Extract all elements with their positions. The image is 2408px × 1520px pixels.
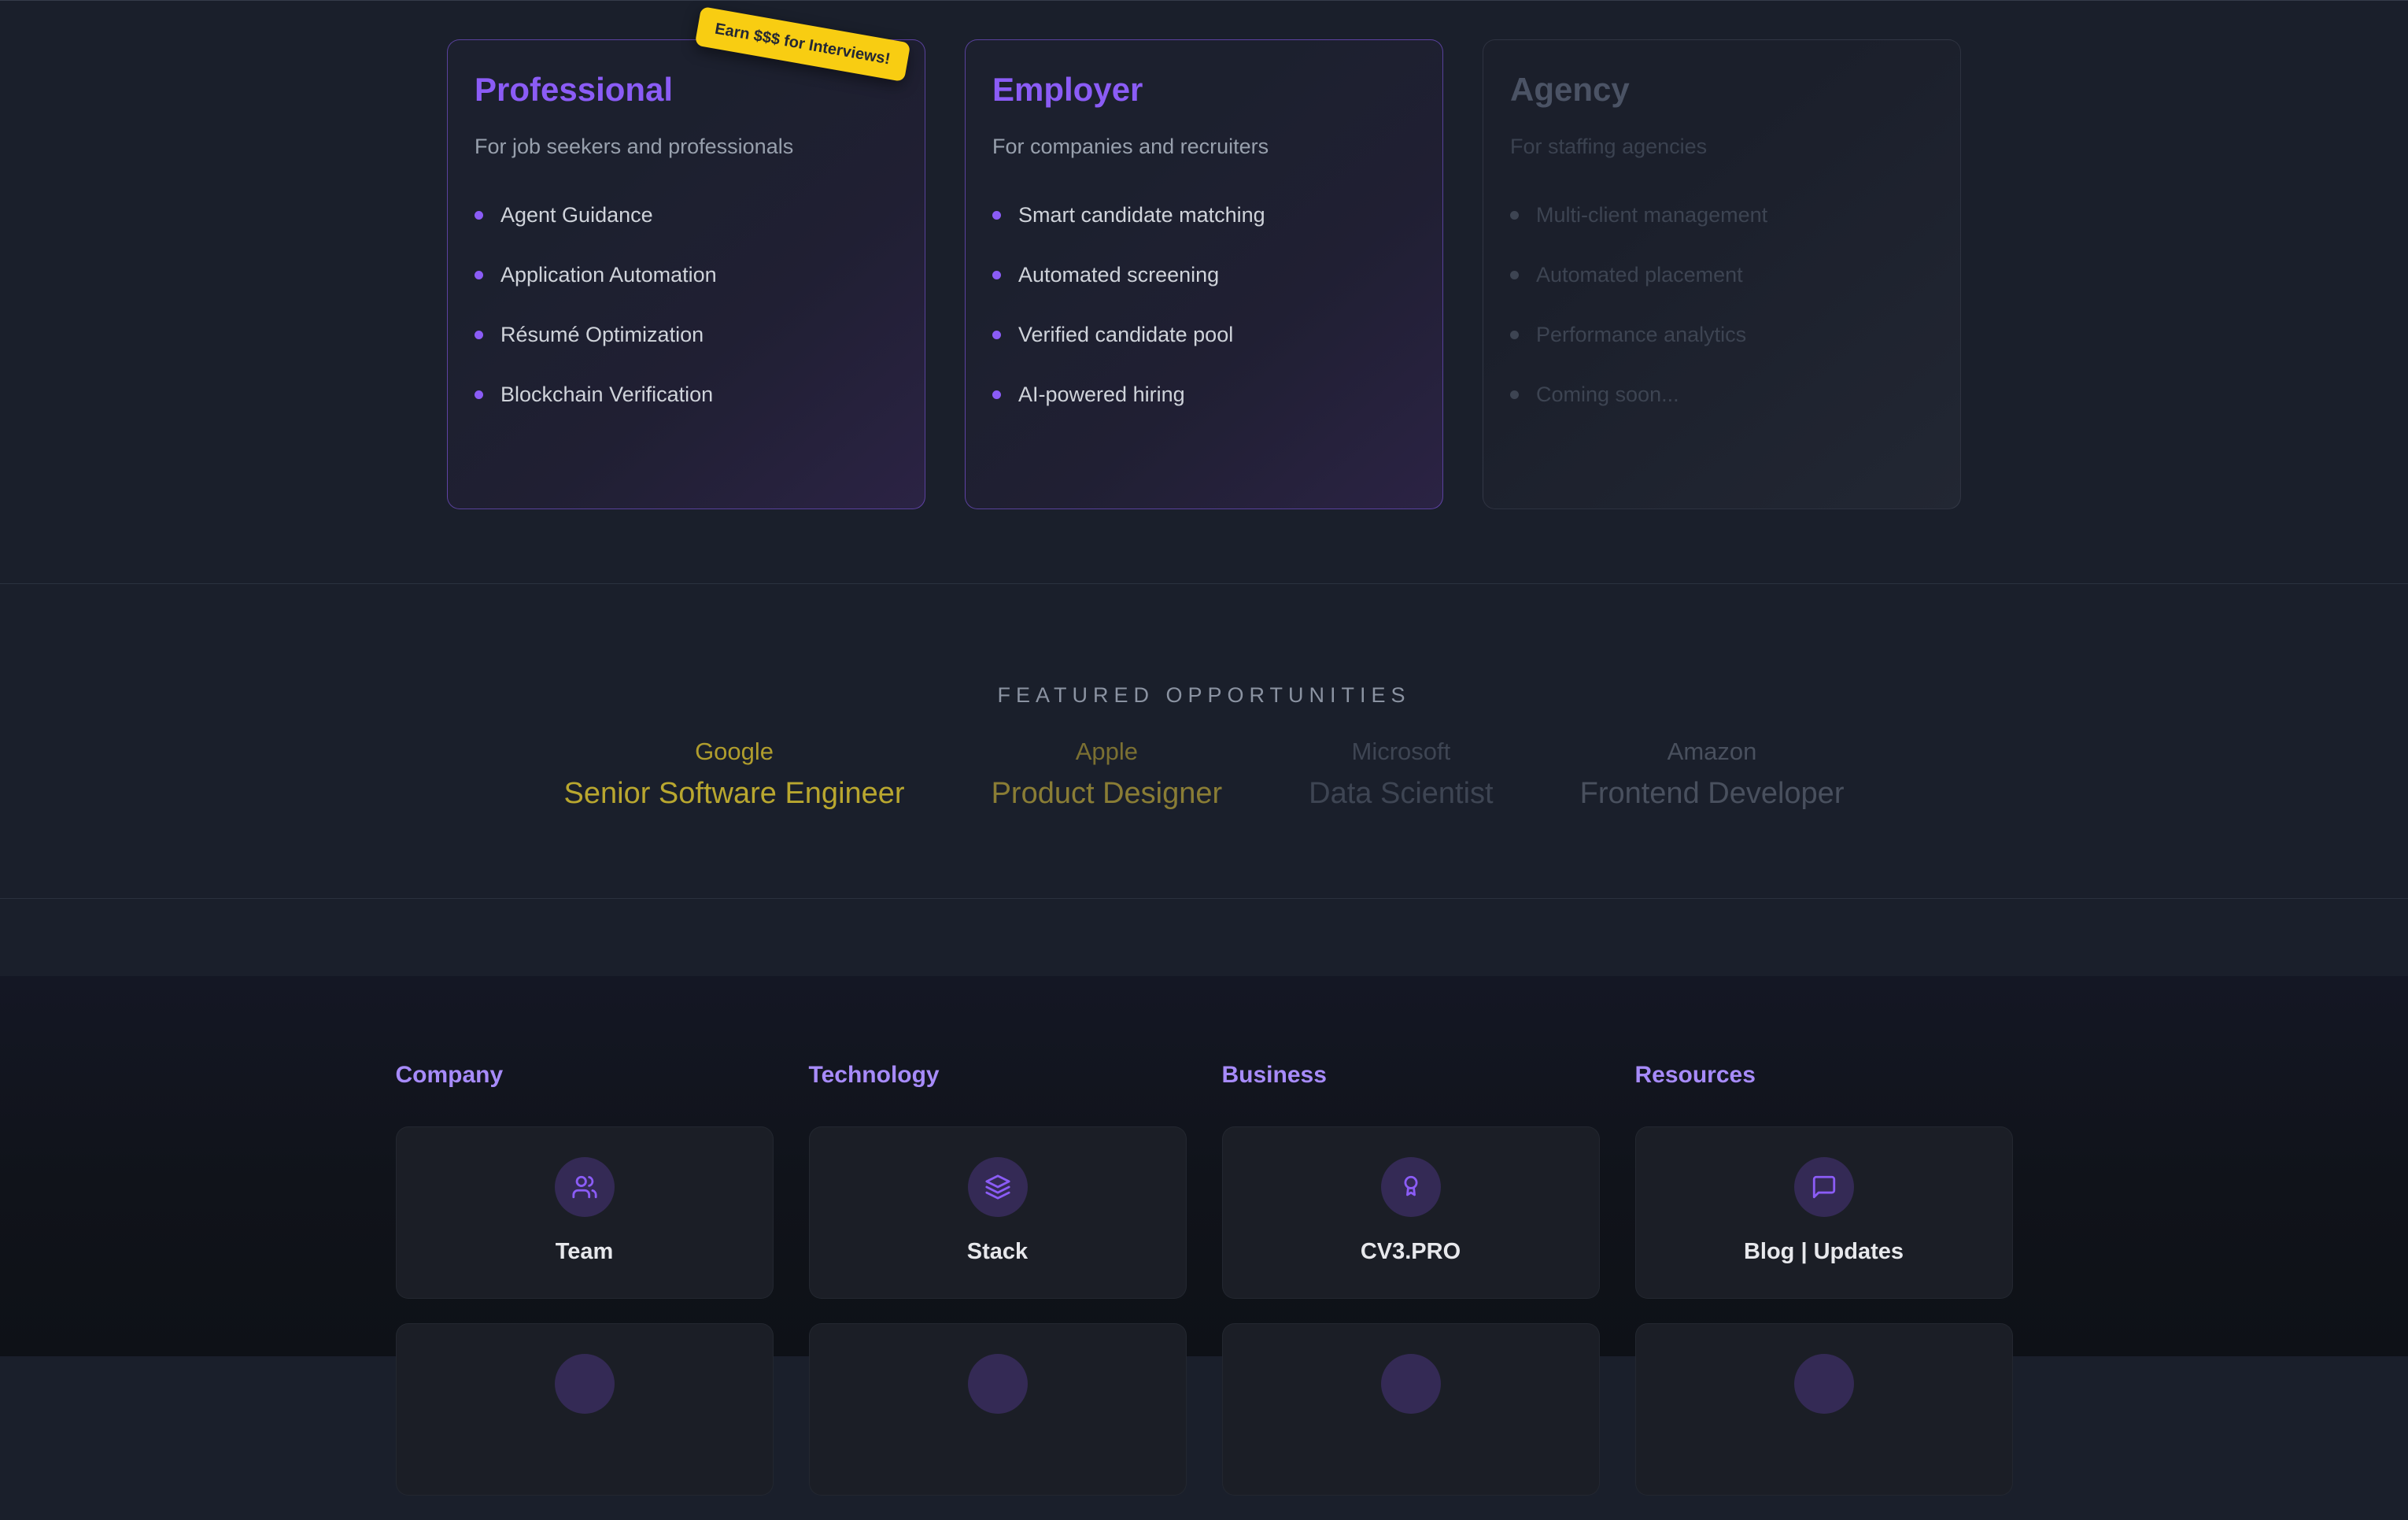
plan-feature-label: Automated screening bbox=[1018, 263, 1219, 287]
section-spacer bbox=[0, 899, 2408, 976]
footer-card-partial[interactable] bbox=[809, 1323, 1187, 1496]
footer-card-partial[interactable] bbox=[396, 1323, 774, 1496]
bullet-dot-icon bbox=[1510, 211, 1519, 220]
plan-feature: Automated screening bbox=[992, 263, 1414, 287]
footer: Company Team Technology Stack bbox=[0, 976, 2408, 1356]
bullet-dot-icon bbox=[1510, 390, 1519, 399]
message-bubble-icon bbox=[1794, 1157, 1854, 1217]
footer-card-label: Blog | Updates bbox=[1744, 1239, 1904, 1265]
plan-feature: Verified candidate pool bbox=[992, 323, 1414, 347]
bullet-dot-icon bbox=[475, 271, 483, 279]
plan-feature: AI-powered hiring bbox=[992, 383, 1414, 407]
plan-feature: Résumé Optimization bbox=[475, 323, 896, 347]
featured-carousel: Google Senior Software Engineer Apple Pr… bbox=[0, 738, 2408, 812]
plan-cards-row: Earn $$$ for Interviews! Professional Fo… bbox=[0, 39, 2408, 509]
featured-company: Amazon bbox=[1580, 738, 1845, 766]
footer-card-icon bbox=[1381, 1354, 1441, 1414]
bullet-dot-icon bbox=[992, 211, 1001, 220]
plan-card-agency: Agency For staffing agencies Multi-clien… bbox=[1483, 39, 1961, 509]
plan-subtitle: For companies and recruiters bbox=[992, 133, 1414, 160]
featured-role: Data Scientist bbox=[1309, 775, 1493, 812]
plan-feature-label: Résumé Optimization bbox=[500, 323, 704, 347]
footer-card-icon bbox=[968, 1354, 1028, 1414]
plan-card-employer[interactable]: Employer For companies and recruiters Sm… bbox=[965, 39, 1443, 509]
footer-card-label: Stack bbox=[967, 1239, 1028, 1265]
plan-feature-list: Agent Guidance Application Automation Ré… bbox=[475, 203, 896, 407]
plan-subtitle: For job seekers and professionals bbox=[475, 133, 896, 160]
footer-card-partial[interactable] bbox=[1635, 1323, 2013, 1496]
plan-feature: Multi-client management bbox=[1510, 203, 1932, 227]
plan-feature-label: Blockchain Verification bbox=[500, 383, 713, 407]
featured-role: Product Designer bbox=[992, 775, 1223, 812]
footer-card-label: CV3.PRO bbox=[1361, 1239, 1461, 1265]
plan-feature-label: Verified candidate pool bbox=[1018, 323, 1233, 347]
bullet-dot-icon bbox=[475, 390, 483, 399]
plan-feature-list: Smart candidate matching Automated scree… bbox=[992, 203, 1414, 407]
bullet-dot-icon bbox=[475, 331, 483, 339]
bullet-dot-icon bbox=[992, 271, 1001, 279]
featured-company: Microsoft bbox=[1309, 738, 1493, 766]
featured-item-google: Google Senior Software Engineer bbox=[564, 738, 905, 812]
footer-heading: Business bbox=[1222, 1061, 1600, 1089]
footer-card-icon bbox=[1794, 1354, 1854, 1414]
featured-item-apple: Apple Product Designer bbox=[992, 738, 1223, 812]
footer-card-blog[interactable]: Blog | Updates bbox=[1635, 1126, 2013, 1299]
plan-title: Agency bbox=[1510, 70, 1932, 109]
plan-title: Employer bbox=[992, 70, 1414, 109]
award-icon bbox=[1381, 1157, 1441, 1217]
plan-feature-list: Multi-client management Automated placem… bbox=[1510, 203, 1932, 407]
plan-feature: Application Automation bbox=[475, 263, 896, 287]
footer-card-stack[interactable]: Stack bbox=[809, 1126, 1187, 1299]
pricing-section: Earn $$$ for Interviews! Professional Fo… bbox=[0, 0, 2408, 584]
plan-feature-label: Multi-client management bbox=[1536, 203, 1767, 227]
footer-card-label: Team bbox=[556, 1239, 614, 1265]
featured-company: Apple bbox=[992, 738, 1223, 766]
plan-feature-label: Coming soon... bbox=[1536, 383, 1679, 407]
footer-card-team[interactable]: Team bbox=[396, 1126, 774, 1299]
featured-role: Senior Software Engineer bbox=[564, 775, 905, 812]
plan-feature-label: Agent Guidance bbox=[500, 203, 653, 227]
footer-heading: Resources bbox=[1635, 1061, 2013, 1089]
plan-feature: Performance analytics bbox=[1510, 323, 1932, 347]
plan-feature: Blockchain Verification bbox=[475, 383, 896, 407]
bullet-dot-icon bbox=[475, 211, 483, 220]
footer-column-company: Company Team bbox=[396, 1061, 774, 1520]
plan-feature: Automated placement bbox=[1510, 263, 1932, 287]
footer-column-resources: Resources Blog | Updates bbox=[1635, 1061, 2013, 1520]
footer-column-business: Business CV3.PRO bbox=[1222, 1061, 1600, 1520]
bullet-dot-icon bbox=[1510, 331, 1519, 339]
featured-item-amazon: Amazon Frontend Developer bbox=[1580, 738, 1845, 812]
featured-company: Google bbox=[564, 738, 905, 766]
plan-feature: Smart candidate matching bbox=[992, 203, 1414, 227]
footer-card-cv3pro[interactable]: CV3.PRO bbox=[1222, 1126, 1600, 1299]
footer-card-partial[interactable] bbox=[1222, 1323, 1600, 1496]
footer-heading: Company bbox=[396, 1061, 774, 1089]
plan-feature: Agent Guidance bbox=[475, 203, 896, 227]
plan-feature-label: Performance analytics bbox=[1536, 323, 1746, 347]
plan-feature-label: Smart candidate matching bbox=[1018, 203, 1265, 227]
featured-role: Frontend Developer bbox=[1580, 775, 1845, 812]
plan-subtitle: For staffing agencies bbox=[1510, 133, 1932, 160]
bullet-dot-icon bbox=[992, 390, 1001, 399]
bullet-dot-icon bbox=[1510, 271, 1519, 279]
featured-opportunities-section: FEATURED OPPORTUNITIES Google Senior Sof… bbox=[0, 584, 2408, 899]
footer-heading: Technology bbox=[809, 1061, 1187, 1089]
plan-feature-label: AI-powered hiring bbox=[1018, 383, 1185, 407]
bullet-dot-icon bbox=[992, 331, 1001, 339]
footer-card-icon bbox=[555, 1354, 615, 1414]
featured-item-microsoft: Microsoft Data Scientist bbox=[1309, 738, 1493, 812]
plan-title: Professional bbox=[475, 70, 896, 109]
plan-card-professional[interactable]: Earn $$$ for Interviews! Professional Fo… bbox=[447, 39, 925, 509]
footer-column-technology: Technology Stack bbox=[809, 1061, 1187, 1520]
featured-heading: FEATURED OPPORTUNITIES bbox=[0, 683, 2408, 708]
users-icon bbox=[555, 1157, 615, 1217]
layers-icon bbox=[968, 1157, 1028, 1217]
footer-grid: Company Team Technology Stack bbox=[396, 1061, 2013, 1520]
plan-feature-label: Application Automation bbox=[500, 263, 717, 287]
plan-feature: Coming soon... bbox=[1510, 383, 1932, 407]
plan-feature-label: Automated placement bbox=[1536, 263, 1743, 287]
